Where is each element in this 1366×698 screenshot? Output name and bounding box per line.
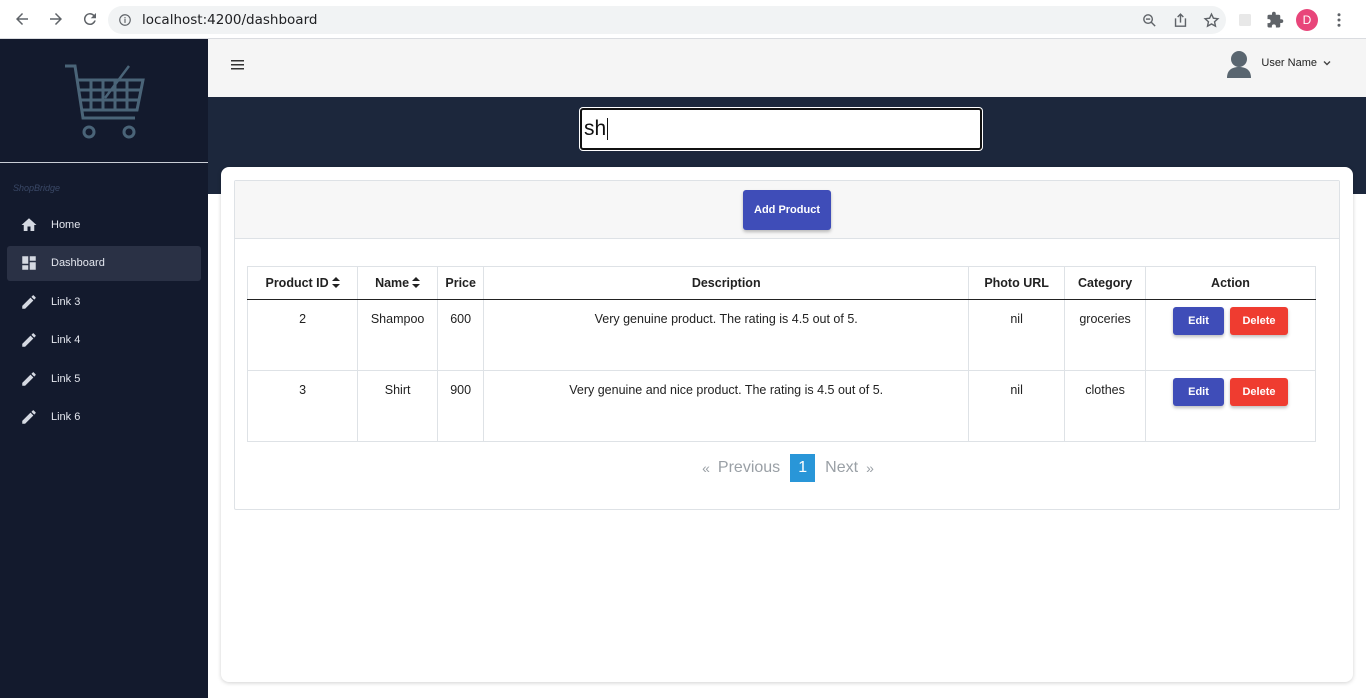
current-page-button[interactable]: 1 [790, 454, 816, 482]
cell-category: groceries [1064, 299, 1146, 371]
forward-icon[interactable] [40, 3, 72, 35]
sidebar-item-home[interactable]: Home [7, 207, 201, 242]
cell-description: Very genuine product. The rating is 4.5 … [483, 299, 970, 371]
dashboard-icon [19, 253, 39, 273]
cell-category: clothes [1064, 370, 1146, 442]
pencil-icon [19, 330, 39, 350]
cell-price: 900 [437, 370, 485, 442]
cell-action: Edit Delete [1145, 370, 1316, 442]
column-header-category: Category [1064, 266, 1146, 300]
reload-icon[interactable] [74, 3, 106, 35]
column-header-label: Product ID [265, 275, 329, 290]
sidebar-item-label: Link 4 [51, 334, 81, 346]
bookmark-star-icon[interactable] [1203, 11, 1220, 29]
home-icon [19, 215, 39, 235]
main-card: Add Product Product ID Name Price Descri… [221, 167, 1353, 682]
share-icon[interactable] [1172, 12, 1189, 29]
sort-icon[interactable] [412, 277, 421, 290]
browser-menu-icon[interactable] [1330, 11, 1348, 29]
shopping-cart-logo-icon[interactable] [61, 58, 147, 144]
top-header: User Name [208, 39, 1366, 97]
column-header-name[interactable]: Name [357, 266, 439, 300]
pagination: « Previous 1 Next » [235, 454, 1341, 482]
cell-product-id: 3 [246, 370, 359, 442]
delete-button[interactable]: Delete [1230, 378, 1288, 406]
sidebar-item-label: Link 5 [51, 372, 81, 385]
sidebar-item-label: Dashboard [51, 257, 105, 269]
hamburger-menu-icon[interactable] [230, 58, 246, 72]
edit-button[interactable]: Edit [1173, 378, 1224, 406]
cell-description: Very genuine and nice product. The ratin… [483, 370, 970, 442]
column-header-description: Description [483, 266, 970, 300]
logo-area [0, 39, 208, 163]
cell-photo-url: nil [968, 370, 1066, 442]
first-page-link[interactable]: « [702, 460, 710, 476]
pencil-icon [19, 369, 39, 389]
search-value: sh [584, 117, 607, 140]
sidebar-item-link-4[interactable]: Link 4 [7, 323, 201, 358]
cell-name: Shirt [357, 370, 439, 442]
search-input[interactable]: sh [580, 108, 982, 150]
browser-toolbar: localhost:4200/dashboard D [0, 0, 1366, 39]
address-bar[interactable]: localhost:4200/dashboard [108, 6, 1226, 34]
column-header-label: Name [375, 275, 410, 290]
text-caret [607, 118, 609, 141]
user-avatar-icon [1227, 51, 1252, 78]
pencil-icon [19, 292, 39, 312]
chevron-down-icon [1323, 61, 1331, 66]
column-header-product-id[interactable]: Product ID [246, 266, 359, 300]
cell-action: Edit Delete [1145, 299, 1316, 371]
sidebar-item-link-3[interactable]: Link 3 [7, 284, 201, 319]
profile-avatar[interactable]: D [1296, 9, 1318, 31]
edit-button[interactable]: Edit [1173, 307, 1224, 335]
sidebar-item-label: Link 6 [51, 411, 81, 423]
back-icon[interactable] [6, 3, 38, 35]
panel-header: Add Product [235, 181, 1339, 239]
previous-page-link[interactable]: Previous [718, 459, 780, 477]
cell-photo-url: nil [968, 299, 1066, 371]
sidebar-menu: Home Dashboard Link 3 Link 4 Link 5 Link… [0, 207, 208, 435]
sidebar-item-link-5[interactable]: Link 5 [7, 361, 201, 396]
table-row: 2 Shampoo 600 Very genuine product. The … [246, 299, 1316, 371]
extension-placeholder-icon[interactable] [1236, 11, 1254, 29]
product-table: Product ID Name Price Description Photo … [246, 266, 1316, 442]
user-name: User Name [1261, 57, 1317, 69]
cell-product-id: 2 [246, 299, 359, 371]
user-menu[interactable]: User Name [1226, 48, 1332, 78]
sidebar: ShopBridge Home Dashboard Link 3 Link 4 … [0, 39, 208, 698]
cell-price: 600 [437, 299, 485, 371]
sidebar-item-label: Link 3 [51, 295, 81, 308]
sidebar-item-dashboard[interactable]: Dashboard [7, 245, 201, 281]
brand-name: ShopBridge [13, 183, 61, 193]
pencil-icon [19, 407, 39, 427]
sort-icon[interactable] [331, 277, 340, 290]
next-page-link[interactable]: Next [825, 459, 858, 477]
add-product-button[interactable]: Add Product [743, 189, 831, 230]
zoom-icon[interactable] [1141, 12, 1158, 29]
column-header-photo-url: Photo URL [968, 266, 1066, 300]
sidebar-item-label: Home [51, 218, 81, 231]
column-header-action: Action [1145, 266, 1316, 300]
column-header-price: Price [437, 266, 485, 300]
delete-button[interactable]: Delete [1230, 307, 1288, 335]
info-icon[interactable] [118, 13, 132, 27]
last-page-link[interactable]: » [866, 460, 874, 476]
product-panel: Add Product Product ID Name Price Descri… [234, 180, 1340, 510]
table-row: 3 Shirt 900 Very genuine and nice produc… [246, 370, 1316, 442]
table-header-row: Product ID Name Price Description Photo … [246, 266, 1316, 300]
url-text: localhost:4200/dashboard [142, 12, 318, 28]
cell-name: Shampoo [357, 299, 439, 371]
sidebar-item-link-6[interactable]: Link 6 [7, 400, 201, 435]
puzzle-icon[interactable] [1266, 11, 1284, 29]
